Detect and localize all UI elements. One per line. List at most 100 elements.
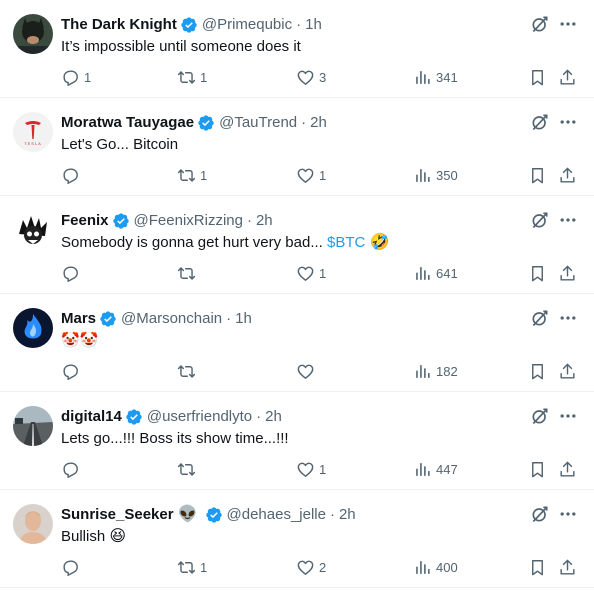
tesla-logo-avatar[interactable]: TESLA: [13, 112, 53, 152]
view-count: 400: [436, 560, 458, 575]
bookmark-button[interactable]: [528, 558, 547, 577]
repost-button[interactable]: 1: [177, 68, 207, 87]
views-button[interactable]: 341: [413, 68, 458, 87]
like-button[interactable]: 2: [296, 558, 326, 577]
person-photo-avatar[interactable]: [13, 504, 53, 544]
share-button[interactable]: [558, 166, 577, 185]
separator-dot: ·: [226, 310, 232, 327]
views-button[interactable]: 350: [413, 166, 458, 185]
timestamp[interactable]: 1h: [305, 15, 322, 35]
repost-button[interactable]: 1: [177, 166, 207, 185]
author-name[interactable]: Mars: [61, 309, 96, 329]
grok-icon[interactable]: [530, 210, 550, 230]
reply-button[interactable]: 1: [61, 68, 91, 87]
more-icon[interactable]: [558, 308, 578, 328]
tweet[interactable]: Sunrise_Seeker 👽 @dehaes_jelle · 2h Bullish 😆…: [0, 490, 594, 588]
author-handle[interactable]: @dehaes_jelle: [227, 505, 326, 525]
timestamp[interactable]: 2h: [265, 407, 282, 427]
dark-knight-avatar[interactable]: [13, 14, 53, 54]
grok-icon[interactable]: [530, 308, 550, 328]
like-icon: [296, 264, 315, 283]
tweet-text: Bullish 😆: [61, 527, 126, 547]
grok-icon[interactable]: [530, 112, 550, 132]
like-button[interactable]: 1: [296, 264, 326, 283]
reply-icon: [61, 68, 80, 87]
more-icon[interactable]: [558, 210, 578, 230]
views-button[interactable]: 182: [413, 362, 458, 381]
author-handle[interactable]: @Primequbic: [202, 15, 292, 35]
author-name[interactable]: Feenix: [61, 211, 109, 231]
like-count: 3: [319, 70, 327, 85]
reply-button[interactable]: [61, 362, 84, 381]
views-button[interactable]: 447: [413, 460, 458, 479]
author-handle[interactable]: @TauTrend: [219, 113, 297, 133]
bookmark-button[interactable]: [528, 68, 547, 87]
tweet-actions: 1 641: [61, 264, 581, 284]
tweet-actions: 1 447: [61, 460, 581, 480]
author-name[interactable]: Moratwa Tauyagae: [61, 113, 194, 133]
reply-count: 1: [84, 70, 92, 85]
grok-icon[interactable]: [530, 504, 550, 524]
like-button[interactable]: 3: [296, 68, 326, 87]
bookmark-button[interactable]: [528, 460, 547, 479]
bookmark-button[interactable]: [528, 166, 547, 185]
view-count: 341: [436, 70, 458, 85]
timestamp[interactable]: 2h: [256, 211, 273, 231]
author-name[interactable]: The Dark Knight: [61, 15, 177, 35]
repost-button[interactable]: 1: [177, 558, 207, 577]
timeline-feed: The Dark Knight @Primequbic · 1h It’s imposs…: [0, 0, 594, 588]
road-landscape-avatar[interactable]: [13, 406, 53, 446]
like-button[interactable]: 1: [296, 166, 326, 185]
more-icon[interactable]: [558, 14, 578, 34]
grok-icon[interactable]: [530, 406, 550, 426]
reply-icon: [61, 362, 80, 381]
repost-button[interactable]: [177, 362, 200, 381]
more-icon[interactable]: [558, 504, 578, 524]
bookmark-button[interactable]: [528, 362, 547, 381]
grok-icon[interactable]: [530, 14, 550, 34]
author-handle[interactable]: @FeenixRizzing: [134, 211, 243, 231]
share-button[interactable]: [558, 264, 577, 283]
more-icon[interactable]: [558, 406, 578, 426]
like-button[interactable]: [296, 362, 319, 381]
repost-button[interactable]: [177, 460, 200, 479]
views-icon: [413, 362, 432, 381]
timestamp[interactable]: 1h: [235, 309, 252, 329]
blue-flame-avatar[interactable]: [13, 308, 53, 348]
author-name[interactable]: Sunrise_Seeker: [61, 505, 174, 525]
share-button[interactable]: [558, 362, 577, 381]
share-button[interactable]: [558, 460, 577, 479]
bookmark-button[interactable]: [528, 264, 547, 283]
repost-button[interactable]: [177, 264, 200, 283]
author-handle[interactable]: @Marsonchain: [121, 309, 222, 329]
views-button[interactable]: 400: [413, 558, 458, 577]
share-button[interactable]: [558, 558, 577, 577]
tweet[interactable]: Mars @Marsonchain · 1h 🤡🤡 182: [0, 294, 594, 392]
reply-button[interactable]: [61, 166, 84, 185]
tweet-top-actions: [530, 406, 578, 426]
share-button[interactable]: [558, 68, 577, 87]
verified-badge-icon: [125, 408, 143, 426]
like-button[interactable]: 1: [296, 460, 326, 479]
more-icon[interactable]: [558, 112, 578, 132]
views-button[interactable]: 641: [413, 264, 458, 283]
author-handle[interactable]: @userfriendlyto: [147, 407, 252, 427]
tweet-header: Feenix @FeenixRizzing · 2h: [61, 211, 273, 231]
tweet-header: Sunrise_Seeker 👽 @dehaes_jelle · 2h: [61, 505, 356, 525]
timestamp[interactable]: 2h: [339, 505, 356, 525]
tweet[interactable]: digital14 @userfriendlyto · 2h Lets go...!!!…: [0, 392, 594, 490]
reply-button[interactable]: [61, 264, 84, 283]
tweet-text: It’s impossible until someone does it: [61, 37, 301, 57]
like-icon: [296, 558, 315, 577]
separator-dot: ·: [329, 506, 335, 523]
author-name[interactable]: digital14: [61, 407, 122, 427]
tweet[interactable]: TESLA Moratwa Tauyagae @TauTrend · 2h Let's …: [0, 98, 594, 196]
timestamp[interactable]: 2h: [310, 113, 327, 133]
tweet[interactable]: Feenix @FeenixRizzing · 2h Somebody is gonna…: [0, 196, 594, 294]
bookmark-icon: [528, 68, 547, 87]
feenix-mascot-avatar[interactable]: [13, 210, 53, 250]
tweet[interactable]: The Dark Knight @Primequbic · 1h It’s imposs…: [0, 0, 594, 98]
cashtag-link[interactable]: $BTC: [327, 234, 365, 251]
reply-button[interactable]: [61, 460, 84, 479]
reply-button[interactable]: [61, 558, 84, 577]
